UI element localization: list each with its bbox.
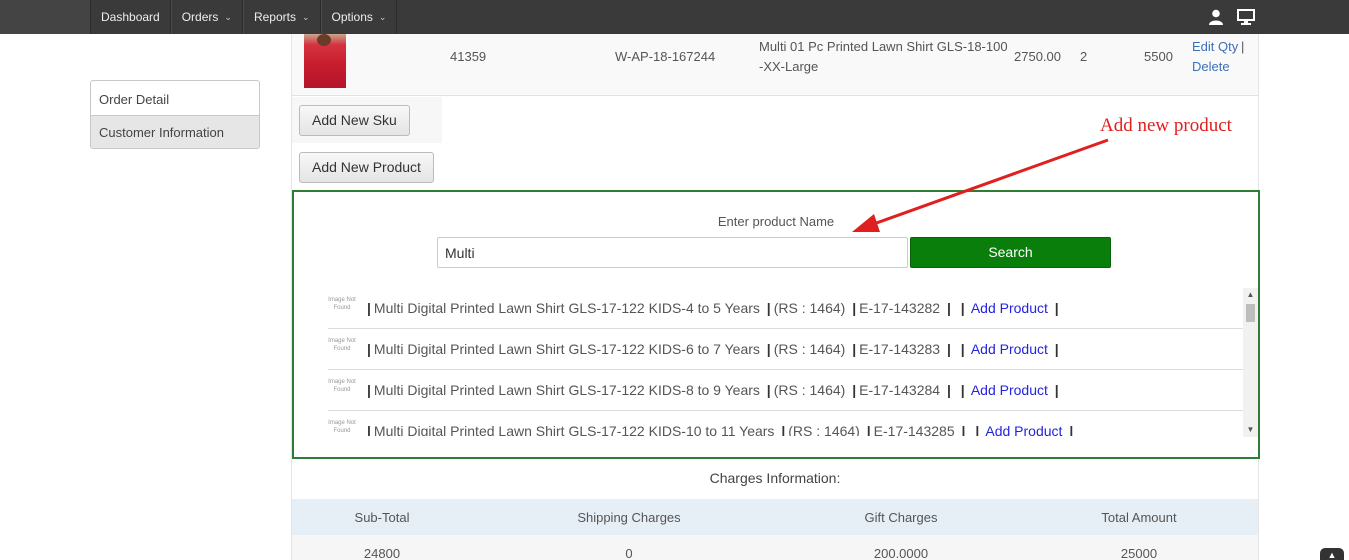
search-button[interactable]: Search [910,237,1111,268]
search-label: Enter product Name [717,214,835,229]
nav-options-label: Options [331,10,373,24]
list-item: Image Not Found | Multi Digital Printed L… [328,329,1248,370]
sidebar-item-order-detail[interactable]: Order Detail [91,81,259,115]
order-item-name-line2: -XX-Large [759,59,819,74]
chevron-down-icon: ⌄ [224,12,232,22]
result-code: E-17-143282 [859,300,941,316]
nav-reports-label: Reports [253,10,296,24]
charges-value-subtotal: 24800 [363,546,401,560]
link-separator: | [1241,39,1245,54]
search-results-list: Image Not Found | Multi Digital Printed L… [328,288,1248,436]
result-price: (RS : 1464) [773,300,846,316]
scrollbar-thumb[interactable] [1246,304,1255,322]
order-item-total: 5500 [1144,49,1173,64]
result-text: | Multi Digital Printed Lawn Shirt GLS-17… [367,382,1059,398]
edit-qty-link[interactable]: Edit Qty [1192,39,1238,54]
order-item-name-line1: Multi 01 Pc Printed Lawn Shirt GLS-18-10… [759,39,1008,54]
list-item: Image Not Found | Multi Digital Printed L… [328,288,1248,329]
image-not-found-placeholder: Image Not Found [328,379,356,393]
charges-header-total: Total Amount [1101,510,1177,525]
result-name: Multi Digital Printed Lawn Shirt GLS-17-… [373,423,775,436]
add-product-link[interactable]: Add Product [985,423,1062,436]
nav-right-icons [1209,0,1255,34]
nav-orders-label: Orders [181,10,219,24]
nav-orders[interactable]: Orders ⌄ [170,0,243,34]
charges-header-gift: Gift Charges [864,510,938,525]
charges-value-shipping: 0 [625,546,633,560]
result-text: | Multi Digital Printed Lawn Shirt GLS-17… [364,423,1076,436]
sidebar-item-customer-information[interactable]: Customer Information [91,115,259,148]
charges-value-gift: 200.0000 [873,546,929,560]
charges-header-row: Sub-Total Shipping Charges Gift Charges … [292,499,1258,535]
product-search-panel: Enter product Name Search Image Not Foun… [292,190,1260,459]
scroll-up-icon[interactable]: ▲ [1243,288,1258,302]
order-item-sku: W-AP-18-167244 [615,49,716,64]
charges-title: Charges Information: [709,470,841,486]
result-name: Multi Digital Printed Lawn Shirt GLS-17-… [373,382,760,398]
results-scrollbar[interactable]: ▲ ▼ [1243,288,1258,437]
result-code: E-17-143284 [859,382,941,398]
image-not-found-placeholder: Image Not Found [328,420,356,434]
result-price: (RS : 1464) [773,382,846,398]
charges-header-shipping: Shipping Charges [577,510,681,525]
result-price: (RS : 1464) [788,423,860,436]
charges-values-row: 24800 0 200.0000 25000 [292,535,1258,560]
monitor-icon[interactable] [1237,9,1255,25]
nav-dashboard[interactable]: Dashboard [90,0,171,34]
add-product-link[interactable]: Add Product [971,382,1048,398]
charges-header-subtotal: Sub-Total [354,510,410,525]
add-product-link[interactable]: Add Product [971,300,1048,316]
delete-link[interactable]: Delete [1192,59,1230,74]
charges-value-total: 25000 [1120,546,1158,560]
result-code: E-17-143285 [873,423,955,436]
product-thumbnail [304,34,346,88]
sidebar-item-label: Order Detail [99,92,170,107]
nav-options[interactable]: Options ⌄ [320,0,398,34]
add-new-product-button[interactable]: Add New Product [299,152,434,183]
annotation-label: Add new product [1100,115,1232,136]
sidebar-item-label: Customer Information [99,125,224,140]
order-item-id: 41359 [450,49,487,64]
result-text: | Multi Digital Printed Lawn Shirt GLS-17… [367,341,1059,357]
add-product-link[interactable]: Add Product [971,341,1048,357]
scroll-down-icon[interactable]: ▼ [1243,423,1258,437]
result-text: | Multi Digital Printed Lawn Shirt GLS-17… [367,300,1059,316]
result-price: (RS : 1464) [773,341,846,357]
image-not-found-placeholder: Image Not Found [328,297,356,311]
result-code: E-17-143283 [859,341,941,357]
order-item-row: 41359 W-AP-18-167244 Multi 01 Pc Printed… [292,34,1258,96]
result-name: Multi Digital Printed Lawn Shirt GLS-17-… [373,341,760,357]
scroll-to-top-icon[interactable]: ▲ [1320,548,1344,560]
top-navbar: Dashboard Orders ⌄ Reports ⌄ Options ⌄ [0,0,1349,34]
sidebar: Order Detail Customer Information [90,80,260,149]
order-item-price: 2750.00 [1014,49,1061,64]
add-new-sku-button[interactable]: Add New Sku [299,105,410,136]
product-name-input[interactable] [437,237,908,268]
list-item: Image Not Found | Multi Digital Printed L… [328,411,1248,436]
chevron-down-icon: ⌄ [301,12,310,22]
list-item: Image Not Found | Multi Digital Printed L… [328,370,1248,411]
image-not-found-placeholder: Image Not Found [328,338,356,352]
nav-dashboard-label: Dashboard [101,10,160,24]
chevron-down-icon: ⌄ [378,12,387,22]
nav-menu: Dashboard Orders ⌄ Reports ⌄ Options ⌄ [90,0,1349,34]
order-item-qty: 2 [1080,49,1088,64]
nav-reports[interactable]: Reports ⌄ [242,0,321,34]
main-content: 41359 W-AP-18-167244 Multi 01 Pc Printed… [291,34,1260,560]
user-icon[interactable] [1209,9,1223,25]
result-name: Multi Digital Printed Lawn Shirt GLS-17-… [373,300,760,316]
